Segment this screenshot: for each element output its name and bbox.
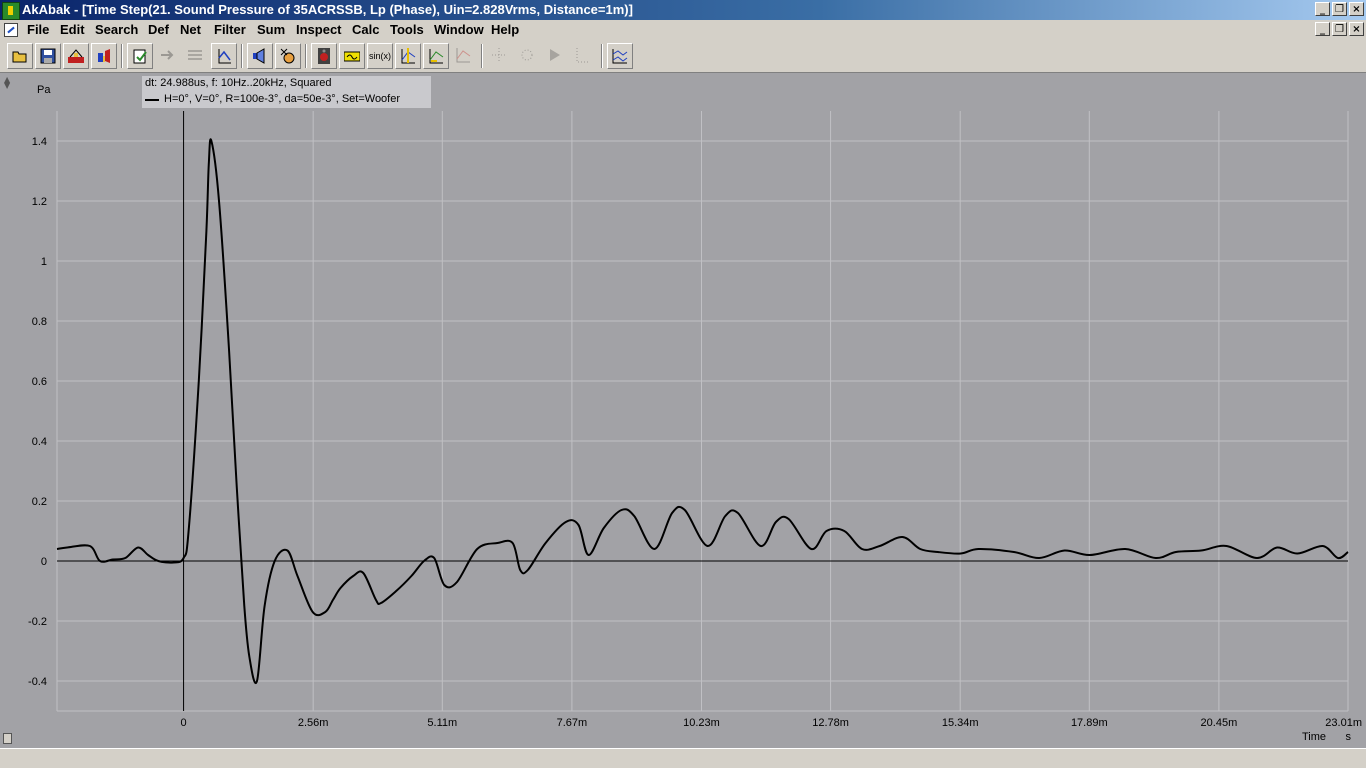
legend-box: dt: 24.988us, f: 10Hz..20kHz, Squared H=… bbox=[142, 76, 431, 108]
legend-series-label: H=0°, V=0°, R=100e-3°, da=50e-3°, Set=Wo… bbox=[164, 93, 401, 105]
x-tick-label: 10.23m bbox=[683, 717, 720, 729]
scroll-arrows-icon[interactable]: ▲ ▼ bbox=[4, 76, 14, 90]
legend-swatch bbox=[145, 99, 159, 101]
x-tick-label: 0 bbox=[181, 717, 187, 729]
x-tick-label: 20.45m bbox=[1201, 717, 1238, 729]
x-tick-label: 15.34m bbox=[942, 717, 979, 729]
x-tick-label: 5.11m bbox=[427, 717, 457, 729]
x-axis-unit: s bbox=[1346, 731, 1352, 743]
x-tick-label: 2.56m bbox=[298, 717, 329, 729]
y-tick-label: -0.2 bbox=[28, 616, 47, 628]
y-axis-unit-label: Pa bbox=[37, 84, 51, 96]
legend-settings-text: dt: 24.988us, f: 10Hz..20kHz, Squared bbox=[145, 77, 332, 89]
y-tick-label: 0 bbox=[41, 556, 47, 568]
y-tick-label: 0.2 bbox=[32, 496, 47, 508]
page-icon[interactable] bbox=[3, 733, 12, 744]
y-tick-label: 1.2 bbox=[32, 196, 47, 208]
x-tick-label: 7.67m bbox=[557, 717, 588, 729]
y-tick-label: -0.4 bbox=[28, 676, 47, 688]
series-line-woofer[interactable] bbox=[56, 138, 1349, 684]
time-step-chart[interactable]: 0 2.56m 5.11m 7.67m 10.23m 12.78m 15.34m 17.89m… bbox=[0, 0, 1366, 768]
x-tick-label: 12.78m bbox=[812, 717, 849, 729]
y-tick-label: 0.6 bbox=[32, 376, 47, 388]
y-tick-label: 1.4 bbox=[32, 136, 47, 148]
x-axis-label: Time bbox=[1302, 731, 1326, 743]
status-bar bbox=[0, 748, 1366, 768]
y-tick-label: 0.8 bbox=[32, 316, 47, 328]
x-tick-label: 17.89m bbox=[1071, 717, 1108, 729]
x-tick-label: 23.01m bbox=[1325, 717, 1362, 729]
y-tick-label: 0.4 bbox=[32, 436, 47, 448]
y-tick-label: 1 bbox=[41, 256, 47, 268]
